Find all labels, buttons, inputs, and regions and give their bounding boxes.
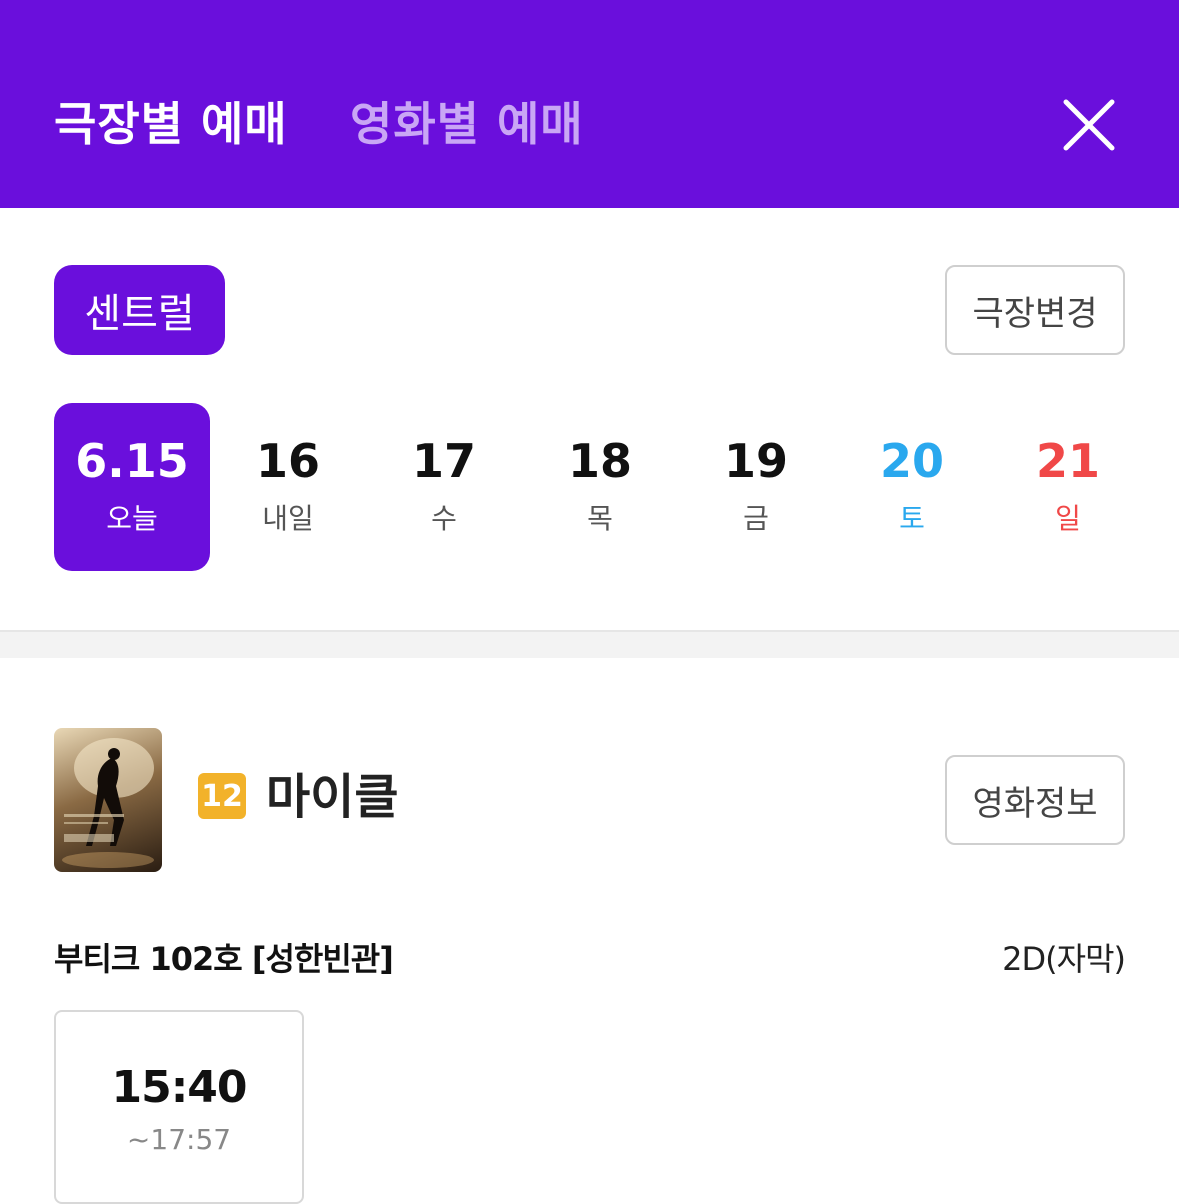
date-weekday: 오늘 [106, 502, 158, 535]
showtime-card[interactable]: 15:40 ~17:57 [54, 1010, 304, 1204]
date-number: 19 [723, 434, 788, 488]
date-number: 20 [879, 434, 944, 488]
date-item-sunday[interactable]: 21 일 [990, 403, 1146, 571]
close-icon[interactable] [1058, 94, 1120, 156]
date-weekday: 토 [899, 502, 925, 535]
date-number: 18 [567, 434, 632, 488]
date-item-today[interactable]: 6.15 오늘 [54, 403, 210, 571]
movie-info-button[interactable]: 영화정보 [945, 755, 1125, 845]
date-number: 17 [411, 434, 476, 488]
movie-poster[interactable] [54, 728, 162, 872]
showtime-end: ~17:57 [126, 1123, 232, 1156]
screening-format: 2D(자막) [1002, 940, 1126, 978]
selected-theater-chip[interactable]: 센트럴 [54, 265, 225, 355]
change-theater-button[interactable]: 극장변경 [945, 265, 1125, 355]
age-rating-badge: 12 [198, 773, 246, 819]
date-item[interactable]: 16 내일 [210, 403, 366, 571]
date-number: 21 [1035, 434, 1100, 488]
movie-title: 마이클 [266, 769, 399, 825]
date-weekday: 금 [743, 502, 769, 535]
top-header: 극장별 예매 영화별 예매 [0, 0, 1179, 208]
date-number: 6.15 [75, 434, 189, 488]
date-item[interactable]: 17 수 [366, 403, 522, 571]
date-item[interactable]: 19 금 [678, 403, 834, 571]
tab-movie-booking[interactable]: 영화별 예매 [350, 92, 584, 156]
date-item-saturday[interactable]: 20 토 [834, 403, 990, 571]
date-item[interactable]: 18 목 [522, 403, 678, 571]
showtime-start: 15:40 [111, 1062, 247, 1113]
date-weekday: 목 [587, 502, 613, 535]
date-weekday: 수 [431, 502, 457, 535]
date-weekday: 일 [1055, 502, 1081, 535]
date-weekday: 내일 [262, 502, 314, 535]
screening-hall: 부티크 102호 [성한빈관] [54, 940, 394, 978]
tab-theater-booking[interactable]: 극장별 예매 [54, 92, 288, 156]
section-divider [0, 630, 1179, 658]
date-number: 16 [255, 434, 320, 488]
date-selector: 6.15 오늘 16 내일 17 수 18 목 19 금 20 토 21 일 [54, 403, 1126, 571]
